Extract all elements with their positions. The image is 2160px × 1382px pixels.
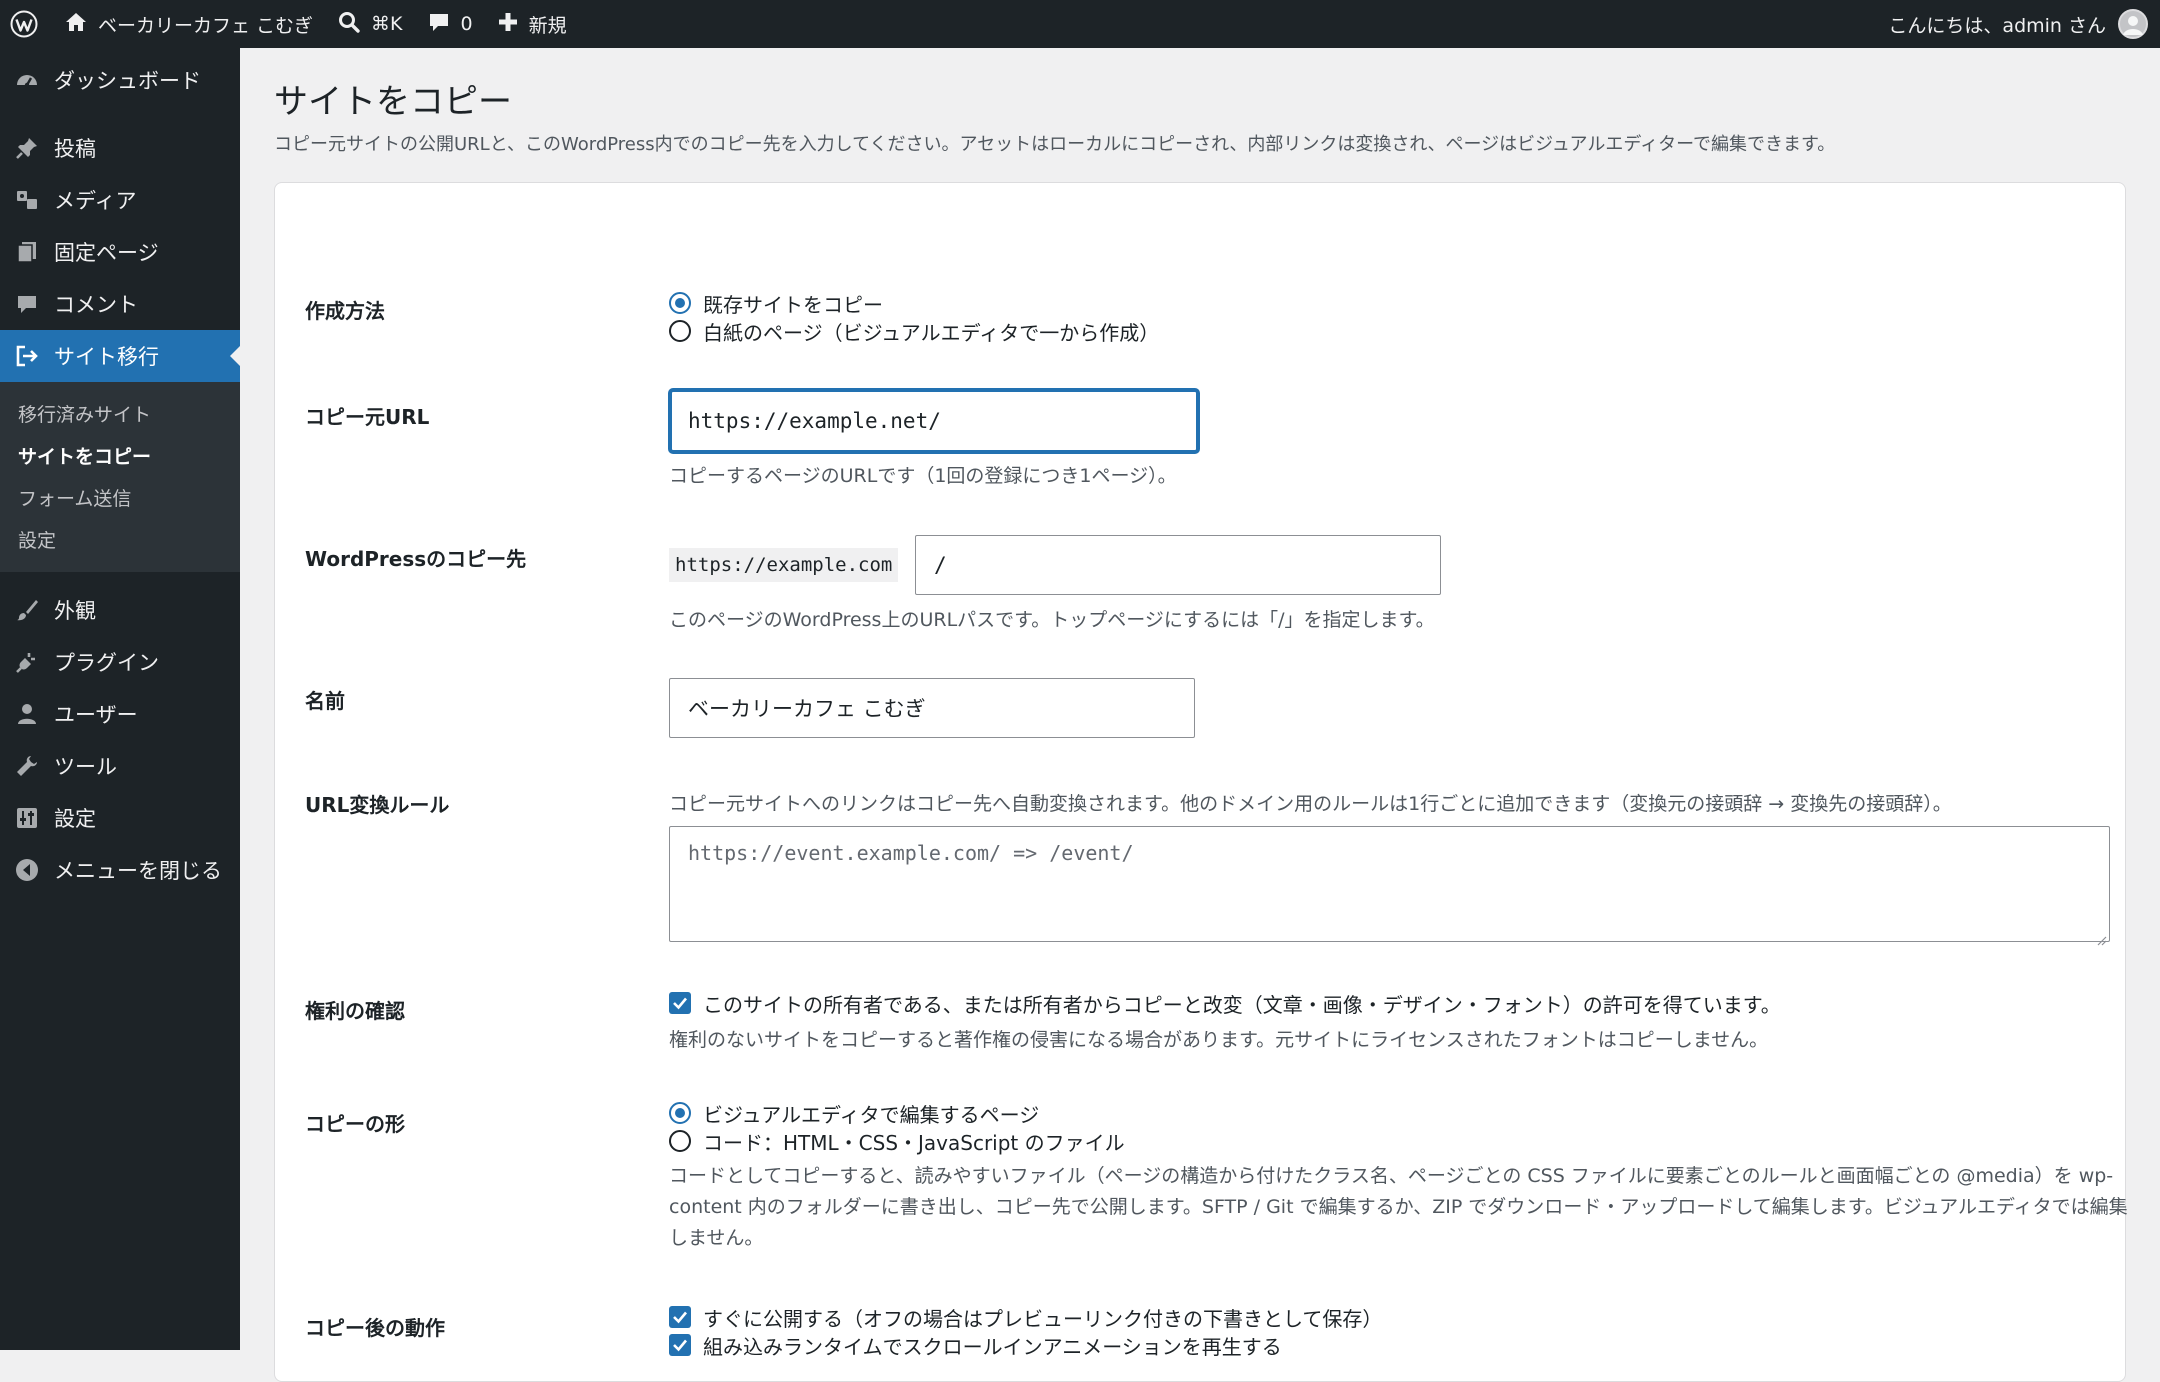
copy-form-option-visual[interactable]: ビジュアルエディタで編集するページ: [669, 1099, 2129, 1127]
menu-comments[interactable]: コメント: [0, 278, 240, 330]
publish-immediately-row[interactable]: すぐに公開する（オフの場合はプレビューリンク付きの下書きとして保存）: [669, 1303, 1382, 1331]
migrate-icon: [14, 343, 40, 369]
copy-site-form: 作成方法 既存サイトをコピー 白紙のページ（ビジュアルエディタで一から作成） コ…: [274, 182, 2129, 1382]
publish-immediately-checkbox[interactable]: [669, 1306, 691, 1328]
copy-form-label: コピーの形: [305, 1112, 405, 1136]
comments-count: 0: [460, 13, 473, 35]
rights-label: 権利の確認: [305, 999, 405, 1023]
submenu-copy-site[interactable]: サイトをコピー: [0, 434, 240, 476]
after-copy-label: コピー後の動作: [305, 1316, 445, 1340]
wrench-icon: [14, 753, 40, 779]
menu-settings[interactable]: 設定: [0, 792, 240, 844]
brush-icon: [14, 597, 40, 623]
destination-help: このページのWordPress上のURLパスです。トップページにするには「/」を…: [669, 609, 1435, 631]
my-account[interactable]: こんにちは、admin さん: [1888, 0, 2148, 48]
copy-form-help: コードとしてコピーすると、読みやすいファイル（ページの構造から付けたクラス名、ペ…: [669, 1165, 2128, 1249]
comments-link[interactable]: 0: [415, 0, 485, 48]
new-content-link[interactable]: 新規: [485, 0, 579, 48]
menu-collapse[interactable]: メニューを閉じる: [0, 844, 240, 896]
destination-prefix: https://example.com: [669, 548, 899, 582]
method-option-blank[interactable]: 白紙のページ（ビジュアルエディタで一から作成）: [669, 317, 1159, 345]
search-icon: [337, 10, 361, 39]
admin-bar: ベーカリーカフェ こむぎ ⌘K 0 新規 こんにちは、admin さん: [0, 0, 2160, 48]
rights-checkbox-row[interactable]: このサイトの所有者である、または所有者からコピーと改変（文章・画像・デザイン・フ…: [669, 989, 1781, 1017]
submenu-form-submissions[interactable]: フォーム送信: [0, 476, 240, 518]
menu-users[interactable]: ユーザー: [0, 688, 240, 740]
command-search[interactable]: ⌘K: [325, 0, 414, 48]
destination-label: WordPressのコピー先: [305, 547, 527, 571]
rights-help: 権利のないサイトをコピーすると著作権の侵害になる場合があります。元サイトにライセ…: [669, 1029, 1769, 1051]
media-icon: [14, 187, 40, 213]
scroll-animation-row[interactable]: 組み込みランタイムでスクロールインアニメーションを再生する: [669, 1331, 1382, 1359]
settings-icon: [14, 805, 40, 831]
menu-tools[interactable]: ツール: [0, 740, 240, 792]
user-icon: [14, 701, 40, 727]
wordpress-logo-icon[interactable]: [0, 0, 52, 48]
pin-icon: [14, 135, 40, 161]
copy-form-field: ビジュアルエディタで編集するページ コード：HTML・CSS・JavaScrip…: [669, 1099, 2129, 1254]
copy-form-option-code[interactable]: コード：HTML・CSS・JavaScript のファイル: [669, 1127, 2129, 1155]
home-icon: [64, 10, 88, 39]
main-content: サイトをコピー コピー元サイトの公開URLと、このWordPress内でのコピー…: [240, 48, 2160, 1382]
plugin-icon: [14, 649, 40, 675]
url-rules-textarea[interactable]: https://event.example.com/ => /event/: [669, 826, 2110, 946]
comment-icon: [14, 291, 40, 317]
new-label: 新規: [528, 14, 567, 37]
rights-field: このサイトの所有者である、または所有者からコピーと改変（文章・画像・デザイン・フ…: [669, 989, 1781, 1052]
dashboard-icon: [14, 67, 40, 93]
source-url-field: https://example.net/ コピーするページのURLです（1回の登…: [669, 389, 1199, 488]
method-field: 既存サイトをコピー 白紙のページ（ビジュアルエディタで一から作成）: [669, 289, 1159, 345]
name-label: 名前: [305, 689, 345, 713]
radio-checked[interactable]: [669, 1102, 691, 1124]
resize-handle-icon[interactable]: [2095, 927, 2107, 946]
radio-unchecked[interactable]: [669, 320, 691, 342]
menu-media[interactable]: メディア: [0, 174, 240, 226]
menu-dashboard[interactable]: ダッシュボード: [0, 54, 240, 106]
comment-icon: [427, 10, 451, 39]
menu-site-migration[interactable]: サイト移行: [0, 330, 240, 382]
page-title: サイトをコピー: [274, 82, 512, 122]
url-rules-help: コピー元サイトへのリンクはコピー先へ自動変換されます。他のドメイン用のルールは1…: [669, 793, 1952, 815]
admin-sidebar: ダッシュボード 投稿 メディア 固定ページ コメント サイト移行 移行済みサイト…: [0, 48, 240, 1350]
rights-checkbox[interactable]: [669, 992, 691, 1014]
method-label: 作成方法: [305, 299, 385, 323]
site-name: ベーカリーカフェ こむぎ: [98, 14, 314, 37]
destination-field: https://example.com / このページのWordPress上のU…: [669, 535, 1469, 645]
destination-path-input[interactable]: /: [915, 535, 1441, 595]
collapse-icon: [14, 857, 40, 883]
url-rules-field: コピー元サイトへのリンクはコピー先へ自動変換されます。他のドメイン用のルールは1…: [669, 789, 2110, 946]
source-url-label: コピー元URL: [305, 405, 430, 429]
after-copy-field: すぐに公開する（オフの場合はプレビューリンク付きの下書きとして保存） 組み込みラ…: [669, 1303, 1382, 1359]
menu-plugins[interactable]: プラグイン: [0, 636, 240, 688]
menu-posts[interactable]: 投稿: [0, 122, 240, 174]
site-name-link[interactable]: ベーカリーカフェ こむぎ: [52, 0, 325, 48]
search-shortcut: ⌘K: [371, 13, 403, 35]
plus-icon: [497, 11, 519, 38]
scroll-animation-checkbox[interactable]: [669, 1334, 691, 1356]
url-rules-label: URL変換ルール: [305, 793, 450, 817]
source-url-help: コピーするページのURLです（1回の登録につき1ページ）。: [669, 465, 1177, 487]
radio-unchecked[interactable]: [669, 1130, 691, 1152]
site-migration-submenu: 移行済みサイト サイトをコピー フォーム送信 設定: [0, 382, 240, 572]
avatar: [2118, 9, 2148, 39]
url-rules-placeholder: https://event.example.com/ => /event/: [688, 841, 1134, 865]
page-description: コピー元サイトの公開URLと、このWordPress内でのコピー先を入力してくだ…: [274, 134, 1836, 155]
name-input[interactable]: ベーカリーカフェ こむぎ: [669, 678, 1195, 738]
name-field: ベーカリーカフェ こむぎ: [669, 678, 1195, 738]
greeting: こんにちは、admin さん: [1888, 14, 2106, 37]
method-option-copy[interactable]: 既存サイトをコピー: [669, 289, 1159, 317]
radio-checked[interactable]: [669, 292, 691, 314]
submenu-migrated-sites[interactable]: 移行済みサイト: [0, 392, 240, 434]
menu-pages[interactable]: 固定ページ: [0, 226, 240, 278]
menu-appearance[interactable]: 外観: [0, 584, 240, 636]
source-url-input[interactable]: https://example.net/: [669, 389, 1199, 453]
pages-icon: [14, 239, 40, 265]
submenu-settings[interactable]: 設定: [0, 518, 240, 560]
